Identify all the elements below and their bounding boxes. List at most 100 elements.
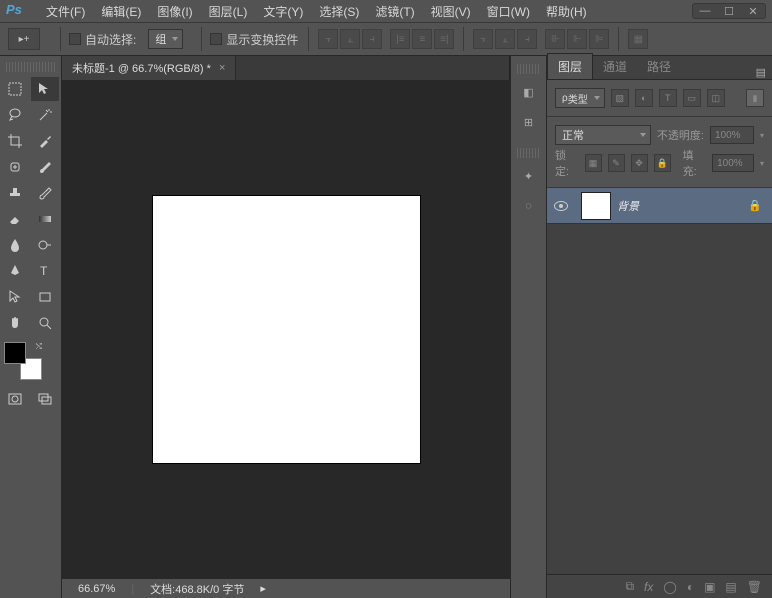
tab-paths[interactable]: 路径	[637, 54, 681, 79]
distribute-bottom-icon[interactable]: ⫞	[517, 29, 537, 49]
panel-grip[interactable]	[517, 148, 540, 158]
opacity-value[interactable]: 100%	[710, 126, 754, 144]
menu-filter[interactable]: 滤镜(T)	[367, 0, 422, 23]
layer-row[interactable]: 背景 🔒	[547, 188, 772, 224]
distribute-hcenter-icon[interactable]: ⊩	[567, 29, 587, 49]
layer-list[interactable]: 背景 🔒	[547, 188, 772, 574]
tab-channels[interactable]: 通道	[593, 54, 637, 79]
maximize-button[interactable]: ☐	[717, 4, 741, 18]
auto-select-checkbox[interactable]	[69, 33, 81, 45]
panel-menu-icon[interactable]: ▤	[750, 66, 772, 79]
doc-info-arrow-icon[interactable]: ▸	[252, 582, 274, 595]
menu-type[interactable]: 文字(Y)	[255, 0, 311, 23]
close-tab-icon[interactable]: ×	[219, 62, 225, 74]
filter-type-dropdown[interactable]: ρ 类型	[555, 88, 605, 108]
screenmode-tool[interactable]	[31, 387, 59, 411]
delete-layer-icon[interactable]: 🗑	[747, 580, 762, 594]
filter-adjust-icon[interactable]: ◐	[635, 89, 653, 107]
menu-select[interactable]: 选择(S)	[311, 0, 367, 23]
layer-group-icon[interactable]: ▣	[704, 580, 715, 594]
menu-help[interactable]: 帮助(H)	[538, 0, 595, 23]
character-panel-icon[interactable]: ✦	[515, 162, 543, 190]
auto-align-icon[interactable]: ▦	[628, 29, 648, 49]
crop-tool[interactable]	[1, 129, 29, 153]
layer-name[interactable]: 背景	[617, 198, 748, 214]
align-left-icon[interactable]: |≡	[390, 29, 410, 49]
heal-tool[interactable]	[1, 155, 29, 179]
show-transform-checkbox[interactable]	[210, 33, 222, 45]
properties-panel-icon[interactable]: ⊞	[515, 108, 543, 136]
filter-toggle[interactable]: ▮	[746, 89, 764, 107]
canvas[interactable]	[153, 196, 420, 463]
lock-transparency-icon[interactable]: ▦	[585, 154, 602, 172]
shape-tool[interactable]	[31, 285, 59, 309]
lock-position-icon[interactable]: ✥	[631, 154, 648, 172]
adjustment-layer-icon[interactable]: ◐	[687, 580, 694, 594]
history-brush-tool[interactable]	[31, 181, 59, 205]
magic-wand-tool[interactable]	[31, 103, 59, 127]
lasso-tool[interactable]	[1, 103, 29, 127]
menu-edit[interactable]: 编辑(E)	[93, 0, 149, 23]
layer-mask-icon[interactable]: ◯	[663, 580, 676, 594]
distribute-vcenter-icon[interactable]: ⫠	[495, 29, 515, 49]
panel-grip[interactable]	[6, 62, 55, 72]
swap-colors-icon[interactable]: ⤭	[36, 342, 42, 352]
align-top-icon[interactable]: ⫟	[318, 29, 338, 49]
visibility-eye-icon[interactable]	[554, 201, 568, 211]
history-panel-icon[interactable]: ◧	[515, 78, 543, 106]
menu-window[interactable]: 窗口(W)	[479, 0, 538, 23]
layer-thumbnail[interactable]	[581, 192, 611, 220]
filter-smart-icon[interactable]: ◫	[707, 89, 725, 107]
align-vcenter-icon[interactable]: ⫠	[340, 29, 360, 49]
zoom-tool[interactable]	[31, 311, 59, 335]
panel-grip[interactable]	[517, 64, 540, 74]
color-swatches[interactable]: ⤭	[4, 342, 42, 380]
brush-tool[interactable]	[31, 155, 59, 179]
menu-image[interactable]: 图像(I)	[149, 0, 200, 23]
marquee-tool[interactable]	[1, 77, 29, 101]
close-button[interactable]: ✕	[741, 4, 765, 18]
paragraph-panel-icon[interactable]: ◌	[515, 192, 543, 220]
new-layer-icon[interactable]: ▤	[725, 580, 736, 594]
align-bottom-icon[interactable]: ⫞	[362, 29, 382, 49]
distribute-right-icon[interactable]: ⊫	[589, 29, 609, 49]
menu-layer[interactable]: 图层(L)	[201, 0, 256, 23]
collapsed-dock: ◧ ⊞ ✦ ◌	[510, 56, 546, 598]
lock-all-icon[interactable]: 🔒	[654, 154, 671, 172]
filter-pixel-icon[interactable]: ▨	[611, 89, 629, 107]
pen-tool[interactable]	[1, 259, 29, 283]
tab-layers[interactable]: 图层	[547, 53, 593, 79]
layer-fx-icon[interactable]: fx	[644, 580, 653, 594]
stamp-tool[interactable]	[1, 181, 29, 205]
menu-view[interactable]: 视图(V)	[423, 0, 479, 23]
menu-file[interactable]: 文件(F)	[38, 0, 93, 23]
path-select-tool[interactable]	[1, 285, 29, 309]
gradient-tool[interactable]	[31, 207, 59, 231]
eraser-tool[interactable]	[1, 207, 29, 231]
blend-mode-dropdown[interactable]: 正常	[555, 125, 651, 145]
link-layers-icon[interactable]: ⧉	[625, 579, 634, 594]
foreground-color[interactable]	[4, 342, 26, 364]
eyedropper-tool[interactable]	[31, 129, 59, 153]
fill-value[interactable]: 100%	[712, 154, 754, 172]
hand-tool[interactable]	[1, 311, 29, 335]
filter-type-icon[interactable]: T	[659, 89, 677, 107]
tool-preset-picker[interactable]: ▸+	[8, 28, 40, 50]
distribute-left-icon[interactable]: ⊪	[545, 29, 565, 49]
quickmask-tool[interactable]	[1, 387, 29, 411]
dodge-tool[interactable]	[31, 233, 59, 257]
lock-pixels-icon[interactable]: ✎	[608, 154, 625, 172]
auto-select-target-dropdown[interactable]: 组	[148, 29, 183, 49]
doc-info[interactable]: 文档:468.8K/0 字节	[142, 581, 252, 597]
blur-tool[interactable]	[1, 233, 29, 257]
zoom-level[interactable]: 66.67%	[70, 583, 123, 595]
document-tab[interactable]: 未标题-1 @ 66.7%(RGB/8) * ×	[62, 56, 236, 80]
filter-shape-icon[interactable]: ▭	[683, 89, 701, 107]
canvas-area[interactable]	[62, 80, 510, 578]
align-right-icon[interactable]: ≡|	[434, 29, 454, 49]
minimize-button[interactable]: —	[693, 4, 717, 18]
move-tool[interactable]	[31, 77, 59, 101]
distribute-top-icon[interactable]: ⫟	[473, 29, 493, 49]
type-tool[interactable]: T	[31, 259, 59, 283]
align-hcenter-icon[interactable]: ≡	[412, 29, 432, 49]
